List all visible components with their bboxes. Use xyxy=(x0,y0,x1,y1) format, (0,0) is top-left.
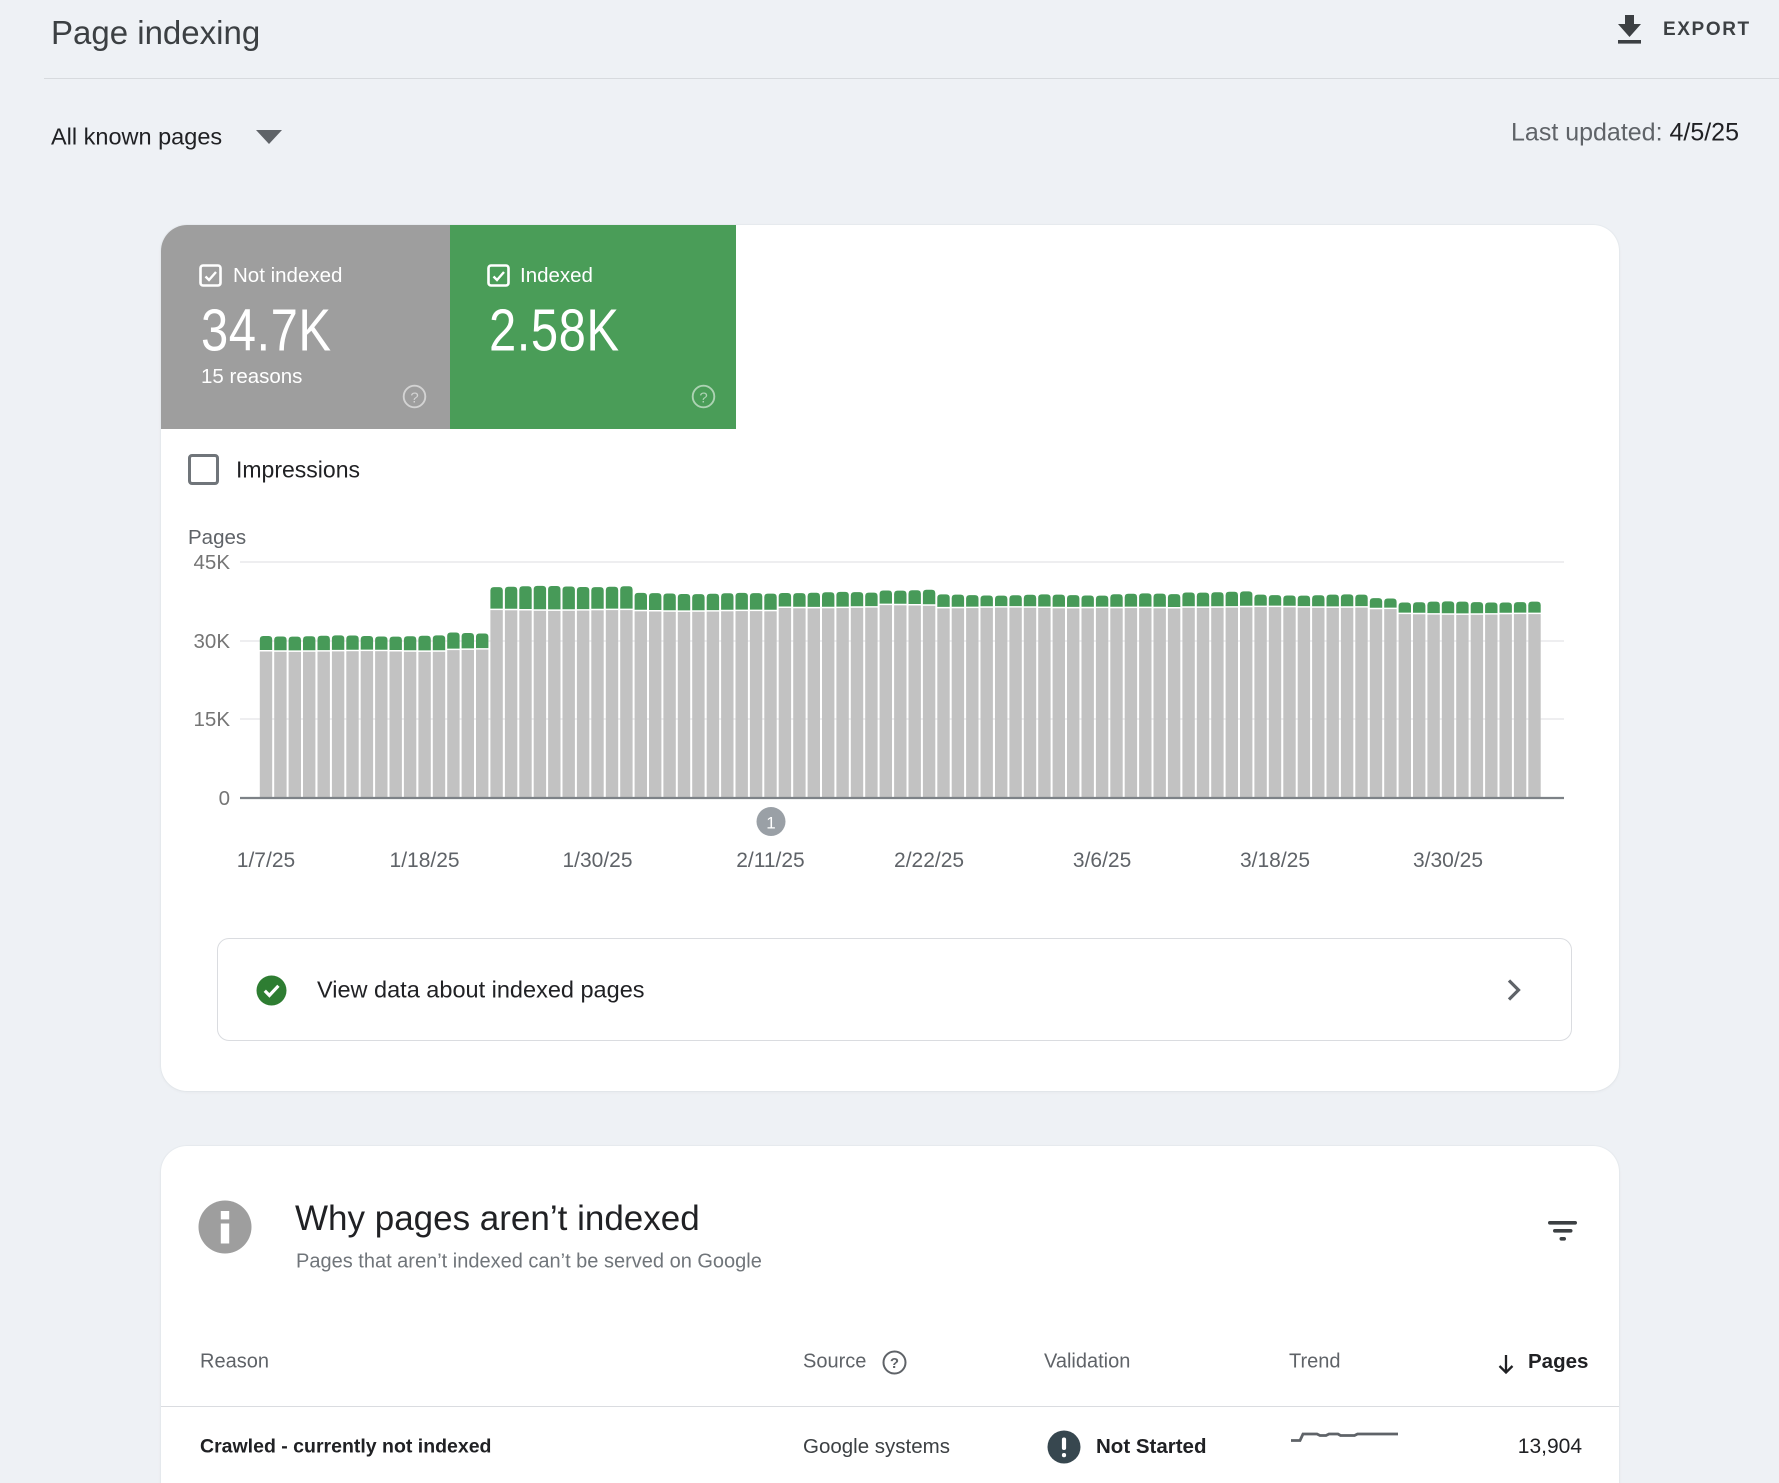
svg-text:?: ? xyxy=(410,389,418,406)
svg-text:?: ? xyxy=(890,1355,899,1372)
svg-text:?: ? xyxy=(699,389,707,406)
